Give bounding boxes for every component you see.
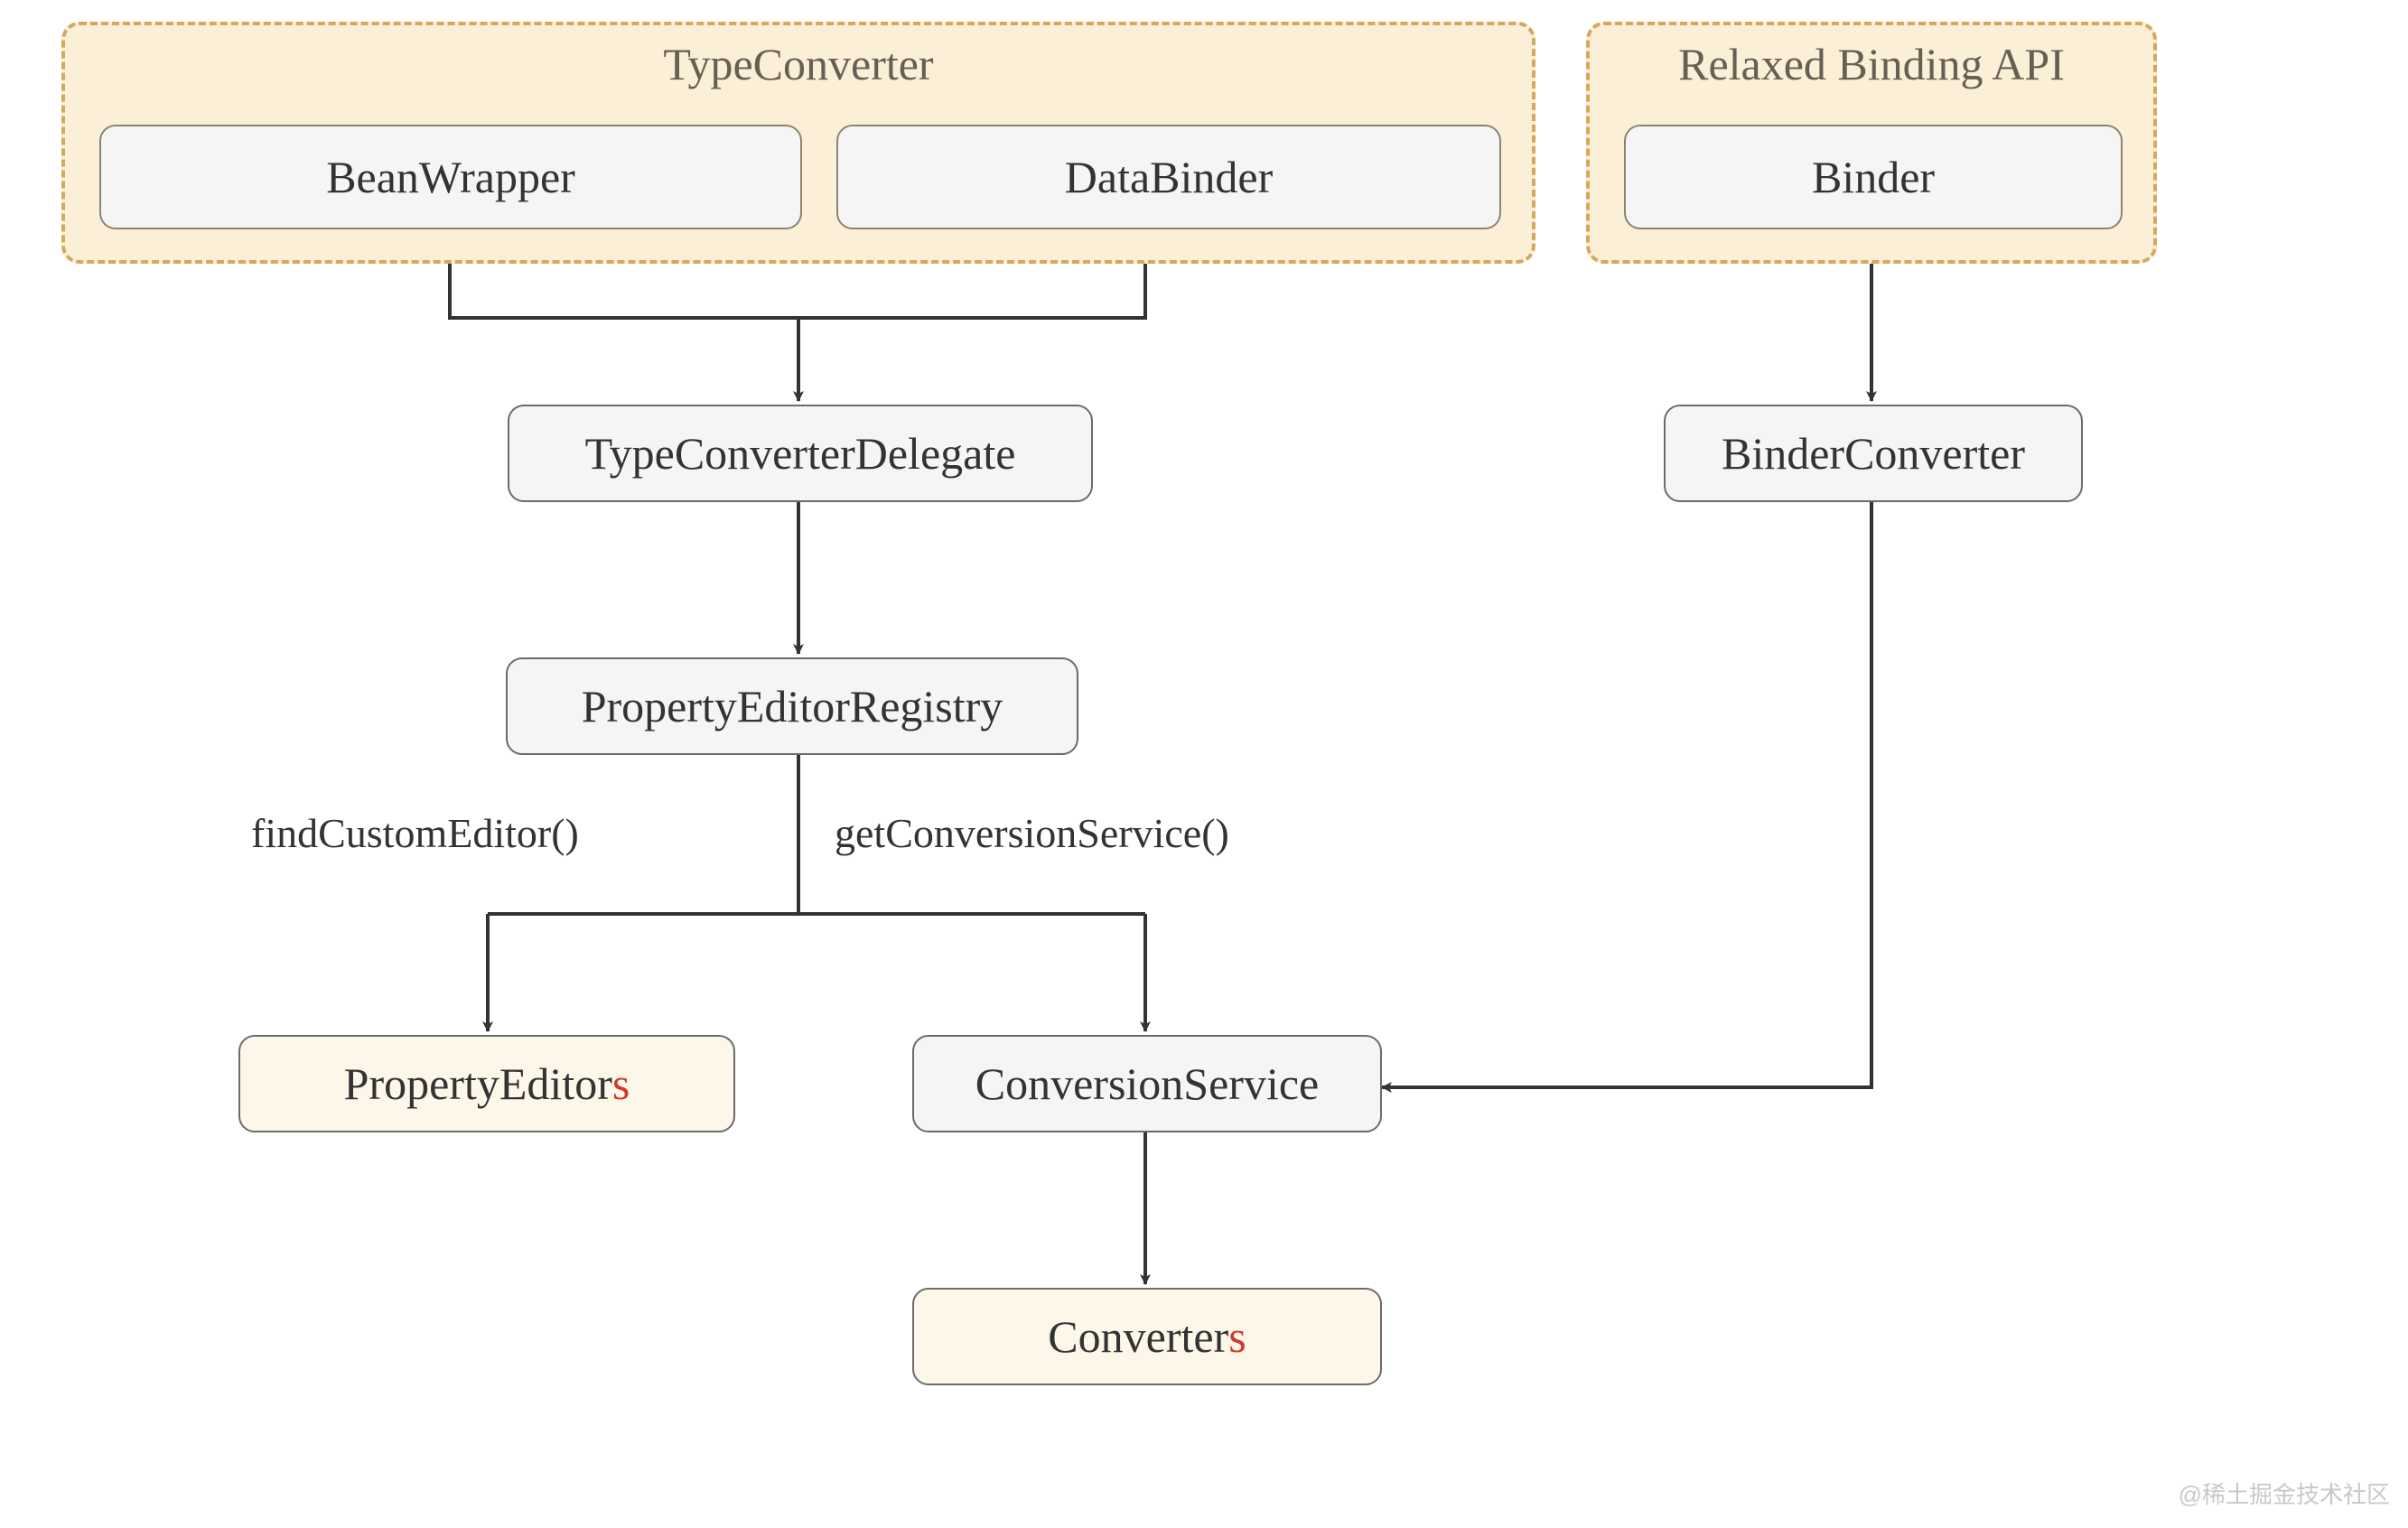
node-propertyeditors-label: PropertyEditors <box>344 1059 630 1109</box>
node-conversionservice: ConversionService <box>912 1035 1382 1132</box>
watermark: @稀土掘金技术社区 <box>2179 1477 2390 1510</box>
converters-suffix: s <box>1228 1311 1246 1362</box>
node-conversionservice-label: ConversionService <box>975 1059 1319 1109</box>
node-propertyeditorregistry: PropertyEditorRegistry <box>506 657 1078 755</box>
node-converters-label: Converters <box>1048 1312 1246 1362</box>
node-converters: Converters <box>912 1288 1382 1385</box>
node-typeconverterdelegate-label: TypeConverterDelegate <box>585 429 1016 479</box>
node-propertyeditorregistry-label: PropertyEditorRegistry <box>582 682 1003 731</box>
edge-binderconverter-to-conversionservice <box>1382 502 1871 1087</box>
cluster-relaxed-binding-title: Relaxed Binding API <box>1590 25 2153 90</box>
converters-stem: Converter <box>1048 1311 1228 1362</box>
propertyeditors-stem: PropertyEditor <box>344 1058 612 1109</box>
node-databinder-label: DataBinder <box>1065 153 1273 202</box>
edge-tc-children-join <box>450 264 1145 318</box>
cluster-typeconverter-title: TypeConverter <box>65 25 1532 90</box>
propertyeditors-suffix: s <box>612 1058 630 1109</box>
node-propertyeditors: PropertyEditors <box>238 1035 735 1132</box>
node-databinder: DataBinder <box>836 125 1501 229</box>
node-binderconverter: BinderConverter <box>1664 405 2083 502</box>
node-binder: Binder <box>1624 125 2123 229</box>
edge-label-getconversionservice: getConversionService() <box>835 809 1229 857</box>
diagram-canvas: TypeConverter Relaxed Binding API BeanWr… <box>0 0 2408 1528</box>
node-binderconverter-label: BinderConverter <box>1722 429 2025 479</box>
node-beanwrapper-label: BeanWrapper <box>326 153 575 202</box>
edge-label-findcustomeditor: findCustomEditor() <box>251 809 579 857</box>
node-typeconverterdelegate: TypeConverterDelegate <box>508 405 1093 502</box>
node-beanwrapper: BeanWrapper <box>99 125 802 229</box>
node-binder-label: Binder <box>1812 153 1935 202</box>
